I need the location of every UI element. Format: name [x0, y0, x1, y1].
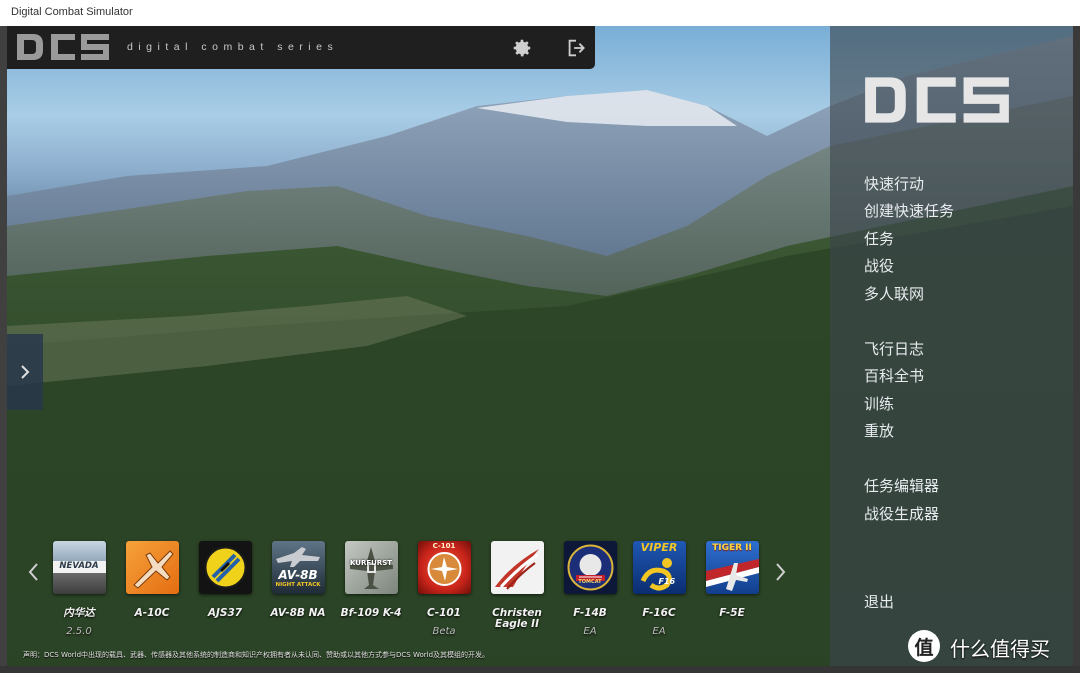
module-status: EA — [583, 626, 597, 637]
module-a10c[interactable]: A-10C — [121, 541, 183, 619]
module-f5e[interactable]: TIGER II F-5E — [701, 541, 763, 619]
ajs37-icon — [198, 541, 252, 594]
bottom-edge — [0, 666, 1080, 673]
module-label: F-16C — [642, 607, 676, 619]
module-f14b[interactable]: TOMCAT F-14B EA — [559, 541, 621, 637]
menu-mission-editor[interactable]: 任务编辑器 — [864, 475, 939, 496]
menu-training[interactable]: 训练 — [864, 393, 894, 414]
module-label: F-5E — [719, 607, 745, 619]
f14b-icon: TOMCAT — [563, 541, 617, 594]
module-nevada[interactable]: NEVADA 内华达 2.5.0 — [48, 541, 110, 637]
module-label: C-101 — [427, 607, 461, 619]
module-label: F-14B — [573, 607, 607, 619]
module-label: 内华达 — [63, 607, 95, 619]
chevron-left-icon[interactable] — [27, 562, 41, 582]
module-label: Bf-109 K-4 — [340, 607, 402, 619]
watermark: 值 什么值得买 — [908, 630, 1074, 662]
gear-icon[interactable] — [511, 37, 533, 59]
main-menu-panel: 快速行动 创建快速任务 任务 战役 多人联网 飞行日志 百科全书 训练 重放 任… — [830, 26, 1073, 666]
christen-eagle-icon — [490, 541, 544, 594]
module-av8b[interactable]: AV-8B NIGHT ATTACK AV-8B NA — [267, 541, 329, 619]
menu-mission[interactable]: 任务 — [864, 228, 894, 249]
menu-create-quick-mission[interactable]: 创建快速任务 — [864, 200, 954, 221]
module-status: Beta — [432, 626, 456, 637]
menu-campaign[interactable]: 战役 — [864, 255, 894, 276]
chevron-right-icon — [21, 365, 30, 379]
module-ajs37[interactable]: AJS37 — [194, 541, 256, 619]
exit-icon[interactable] — [565, 37, 587, 59]
module-f16c[interactable]: VIPER F16 F-16C EA — [628, 541, 690, 637]
module-label: Christen Eagle II — [492, 607, 542, 630]
menu-quick-action[interactable]: 快速行动 — [864, 173, 924, 194]
module-label: AV-8B NA — [270, 607, 326, 619]
bf109-icon: KURFURST — [344, 541, 398, 594]
module-christen-eagle[interactable]: Christen Eagle II — [486, 541, 548, 630]
watermark-logo: 值 — [908, 630, 940, 662]
menu-replay[interactable]: 重放 — [864, 420, 894, 441]
module-status: EA — [652, 626, 666, 637]
av8b-subbadge: NIGHT ATTACK — [275, 582, 321, 588]
dcs-logo-large — [865, 77, 1009, 123]
window-titlebar: Digital Combat Simulator — [0, 0, 1080, 27]
c101-badge: C-101 — [432, 542, 456, 550]
module-version: 2.5.0 — [66, 626, 92, 637]
av8b-badge: AV-8B — [278, 568, 318, 582]
tagline: digital combat series — [127, 41, 339, 53]
c101-icon: C-101 — [417, 541, 471, 594]
top-toolbar: digital combat series — [7, 26, 595, 69]
f14b-badge: TOMCAT — [578, 579, 602, 585]
expand-side-button[interactable] — [7, 334, 43, 410]
menu-campaign-builder[interactable]: 战役生成器 — [864, 503, 939, 524]
f5e-badge: TIGER II — [712, 543, 752, 553]
bf109-badge: KURFURST — [349, 559, 393, 567]
a10c-icon — [125, 541, 179, 594]
chevron-right-icon[interactable] — [773, 562, 787, 582]
nevada-badge: NEVADA — [59, 561, 99, 571]
right-edge — [1073, 26, 1080, 673]
module-bf109[interactable]: KURFURST Bf-109 K-4 — [340, 541, 402, 619]
f5e-icon: TIGER II — [705, 541, 759, 594]
f16c-badge: VIPER — [640, 541, 678, 554]
dcs-logo — [17, 34, 109, 60]
left-edge — [0, 26, 7, 673]
nevada-map-icon: NEVADA — [52, 541, 106, 594]
menu-exit[interactable]: 退出 — [864, 591, 894, 612]
main-stage: digital combat series 快速行动 创建快速任务 任务 战役 … — [7, 26, 1073, 666]
av8b-icon: AV-8B NIGHT ATTACK — [271, 541, 325, 594]
f16c-subbadge: F16 — [658, 577, 676, 586]
module-label: AJS37 — [207, 607, 243, 619]
f16c-icon: VIPER F16 — [632, 541, 686, 594]
window-title: Digital Combat Simulator — [11, 6, 133, 18]
menu-logbook[interactable]: 飞行日志 — [864, 338, 924, 359]
menu-multiplayer[interactable]: 多人联网 — [864, 283, 924, 304]
module-c101[interactable]: C-101 C-101 Beta — [413, 541, 475, 637]
menu-encyclopedia[interactable]: 百科全书 — [864, 365, 924, 386]
watermark-text: 什么值得买 — [950, 637, 1050, 661]
module-label: A-10C — [134, 607, 170, 619]
disclaimer-text: 声明：DCS World中出现的载具、武器、传感器及其他系统的制造商和知识产权拥… — [23, 651, 490, 659]
